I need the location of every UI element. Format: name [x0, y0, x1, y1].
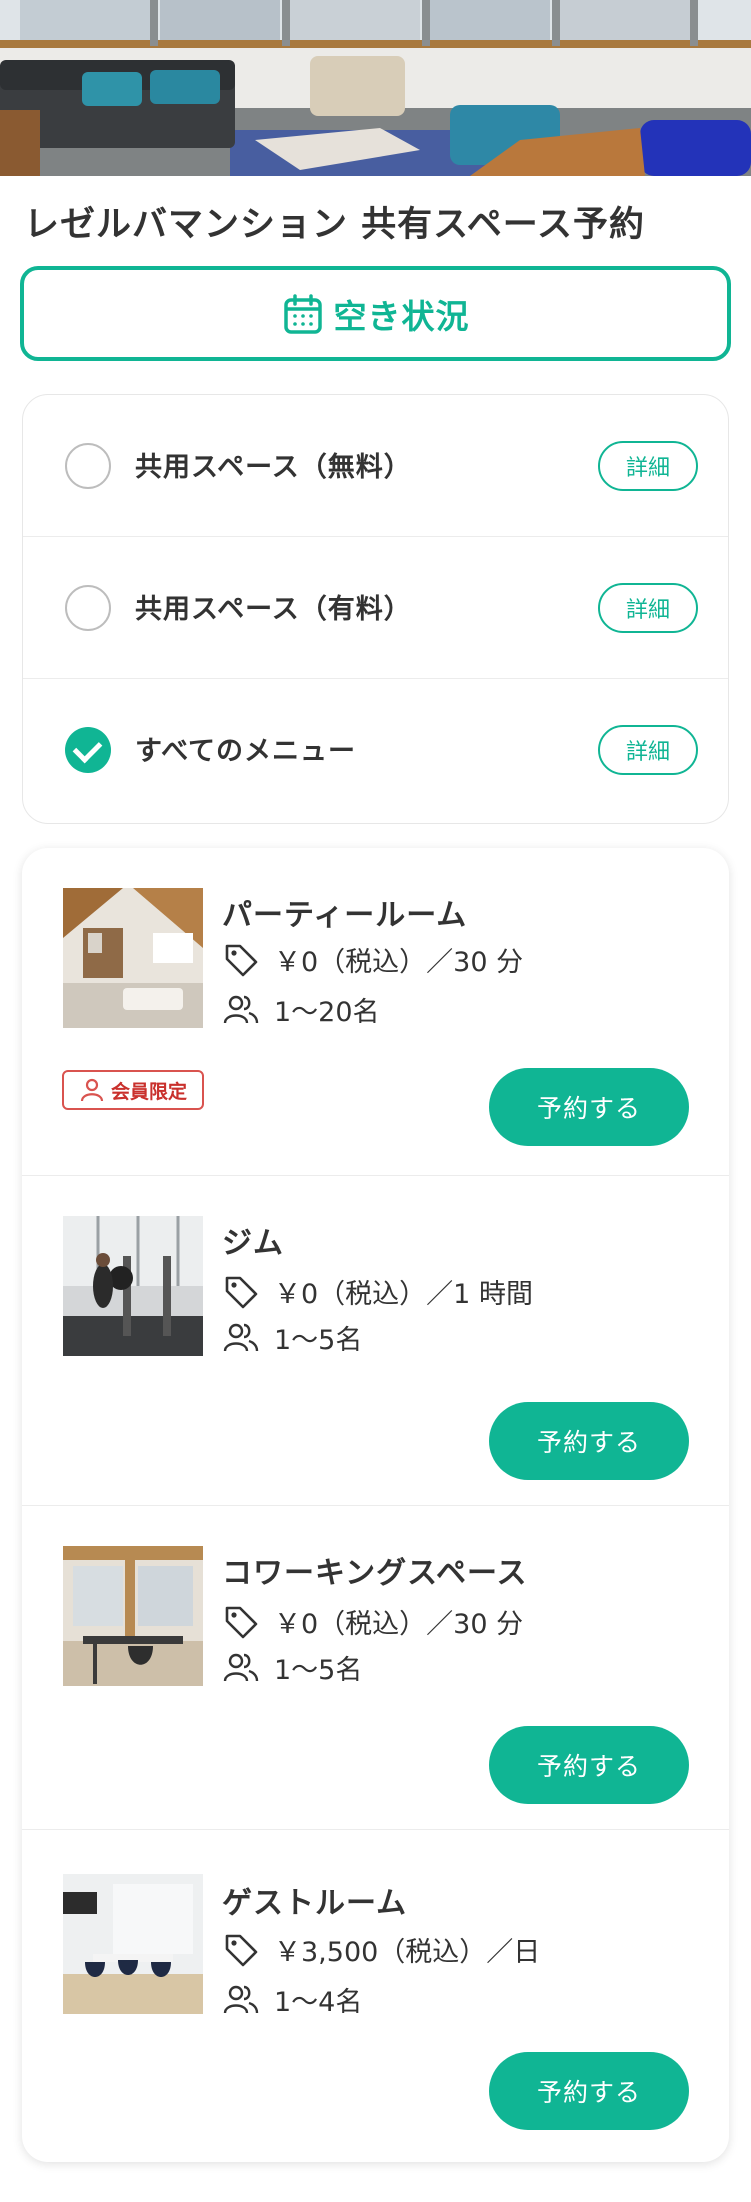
check-icon[interactable]	[65, 727, 111, 773]
menu-filter-card: 共用スペース（無料） 詳細 共用スペース（有料） 詳細 すべてのメニュー 詳細	[22, 394, 729, 824]
people-icon	[223, 1985, 259, 2013]
list-item: コワーキングスペース ￥0（税込）／30 分 1～5名 予約する	[22, 1506, 729, 1830]
capacity-text: 1～5名	[274, 1655, 363, 1686]
radio-button[interactable]	[65, 443, 111, 489]
capacity-row: 1～5名	[222, 1318, 362, 1357]
page-title: レゼルバマンション 共有スペース予約	[24, 205, 645, 245]
space-name: ジム	[222, 1226, 284, 1261]
space-name: ゲストルーム	[222, 1886, 408, 1921]
capacity-text: 1～4名	[274, 1987, 363, 2018]
reserve-button[interactable]: 予約する	[489, 1068, 689, 1146]
list-item: ゲストルーム ￥3,500（税込）／日 1～4名 予約する	[22, 1830, 729, 2162]
person-icon	[80, 1078, 104, 1102]
detail-button[interactable]: 詳細	[598, 725, 698, 775]
price-text: ￥0（税込）／30 分	[274, 1609, 524, 1640]
price-tag-icon	[225, 1606, 258, 1638]
lounge-photo	[0, 0, 751, 176]
price-tag-icon	[225, 1934, 258, 1966]
people-icon	[223, 995, 259, 1023]
detail-button[interactable]: 詳細	[598, 583, 698, 633]
space-name: コワーキングスペース	[222, 1556, 528, 1591]
reserve-button[interactable]: 予約する	[489, 1726, 689, 1804]
price-tag-icon	[225, 944, 258, 976]
hero-image	[0, 0, 751, 176]
detail-button[interactable]: 詳細	[598, 441, 698, 491]
guest-room-photo	[63, 1874, 203, 2014]
party-room-photo	[63, 888, 203, 1028]
price-row: ￥3,500（税込）／日	[222, 1930, 540, 1969]
filter-label: 共用スペース（無料）	[135, 452, 412, 483]
reserve-button[interactable]: 予約する	[489, 2052, 689, 2130]
coworking-photo	[63, 1546, 203, 1686]
filter-row-free[interactable]: 共用スペース（無料） 詳細	[23, 395, 728, 537]
availability-button[interactable]: 空き状況	[20, 266, 731, 361]
filter-label: 共用スペース（有料）	[135, 594, 412, 625]
list-item: ジム ￥0（税込）／1 時間 1～5名 予約する	[22, 1176, 729, 1506]
space-name: パーティールーム	[222, 898, 468, 933]
list-item: パーティールーム ￥0（税込）／30 分 1～20名 会員限定 予約する	[22, 848, 729, 1176]
price-row: ￥0（税込）／30 分	[222, 940, 523, 979]
capacity-text: 1～20名	[274, 997, 380, 1028]
reserve-button[interactable]: 予約する	[489, 1402, 689, 1480]
calendar-icon	[283, 293, 322, 334]
space-list: パーティールーム ￥0（税込）／30 分 1～20名 会員限定 予約する ジム …	[22, 848, 729, 2162]
price-row: ￥0（税込）／1 時間	[222, 1272, 533, 1311]
capacity-row: 1～4名	[222, 1980, 362, 2019]
price-tag-icon	[225, 1276, 258, 1308]
radio-button[interactable]	[65, 585, 111, 631]
price-text: ￥3,500（税込）／日	[274, 1937, 541, 1968]
members-only-badge: 会員限定	[62, 1070, 204, 1110]
price-text: ￥0（税込）／30 分	[274, 947, 524, 978]
badge-label: 会員限定	[110, 1080, 187, 1103]
price-text: ￥0（税込）／1 時間	[274, 1279, 533, 1310]
filter-row-paid[interactable]: 共用スペース（有料） 詳細	[23, 537, 728, 679]
filter-row-all[interactable]: すべてのメニュー 詳細	[23, 679, 728, 821]
people-icon	[223, 1653, 259, 1681]
capacity-row: 1～5名	[222, 1648, 362, 1687]
filter-label: すべてのメニュー	[135, 736, 357, 767]
price-row: ￥0（税込）／30 分	[222, 1602, 523, 1641]
capacity-text: 1～5名	[274, 1325, 363, 1356]
gym-photo	[63, 1216, 203, 1356]
people-icon	[223, 1323, 259, 1351]
availability-label: 空き状況	[333, 296, 470, 336]
capacity-row: 1～20名	[222, 990, 380, 1029]
